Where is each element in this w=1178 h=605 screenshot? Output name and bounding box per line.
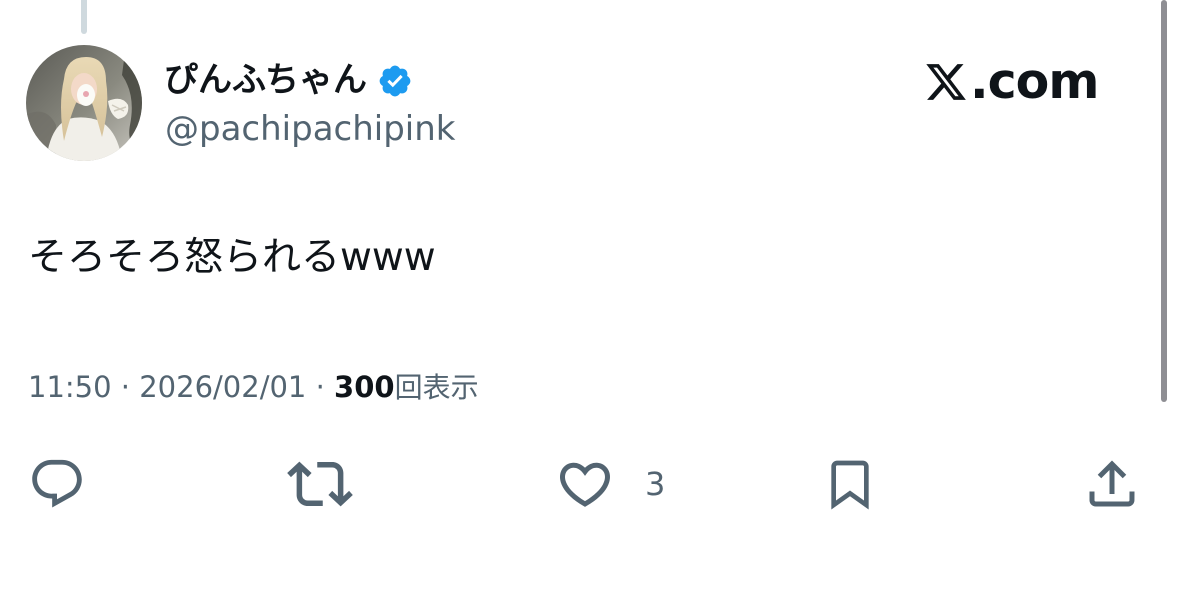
share-icon (1089, 460, 1135, 507)
bookmark-icon (831, 460, 869, 510)
post-date[interactable]: 2026/02/01 (139, 370, 306, 404)
post-text: そろそろ怒られるwww (28, 235, 436, 280)
post-time[interactable]: 11:50 (28, 370, 112, 404)
x-com-logo: .com (924, 53, 1099, 110)
x-logo-icon (926, 64, 966, 100)
heart-icon (559, 462, 611, 507)
author-handle[interactable]: @pachipachipink (165, 107, 455, 151)
views-count: 300 (334, 370, 395, 404)
meta-separator: · (120, 370, 131, 404)
thread-connector-line (81, 0, 87, 34)
display-name[interactable]: ぴんふちゃん (164, 57, 367, 103)
avatar[interactable] (26, 45, 142, 161)
like-count: 3 (645, 465, 666, 503)
share-button[interactable] (1082, 452, 1142, 516)
meta-separator: · (315, 370, 325, 404)
post-meta: 11:50 · 2026/02/01 · 300回表示 (28, 364, 479, 411)
reply-icon (32, 459, 82, 508)
verified-badge-icon[interactable] (377, 63, 413, 99)
x-com-text: .com (970, 53, 1099, 110)
views-label: 回表示 (394, 371, 479, 404)
like-button[interactable]: 3 (555, 452, 665, 516)
repost-icon (287, 461, 353, 507)
reply-button[interactable] (28, 452, 86, 516)
scrollbar[interactable] (1161, 0, 1167, 402)
repost-button[interactable] (287, 452, 353, 516)
author-name-row[interactable]: ぴんふちゃん (164, 57, 413, 103)
bookmark-button[interactable] (822, 452, 878, 516)
